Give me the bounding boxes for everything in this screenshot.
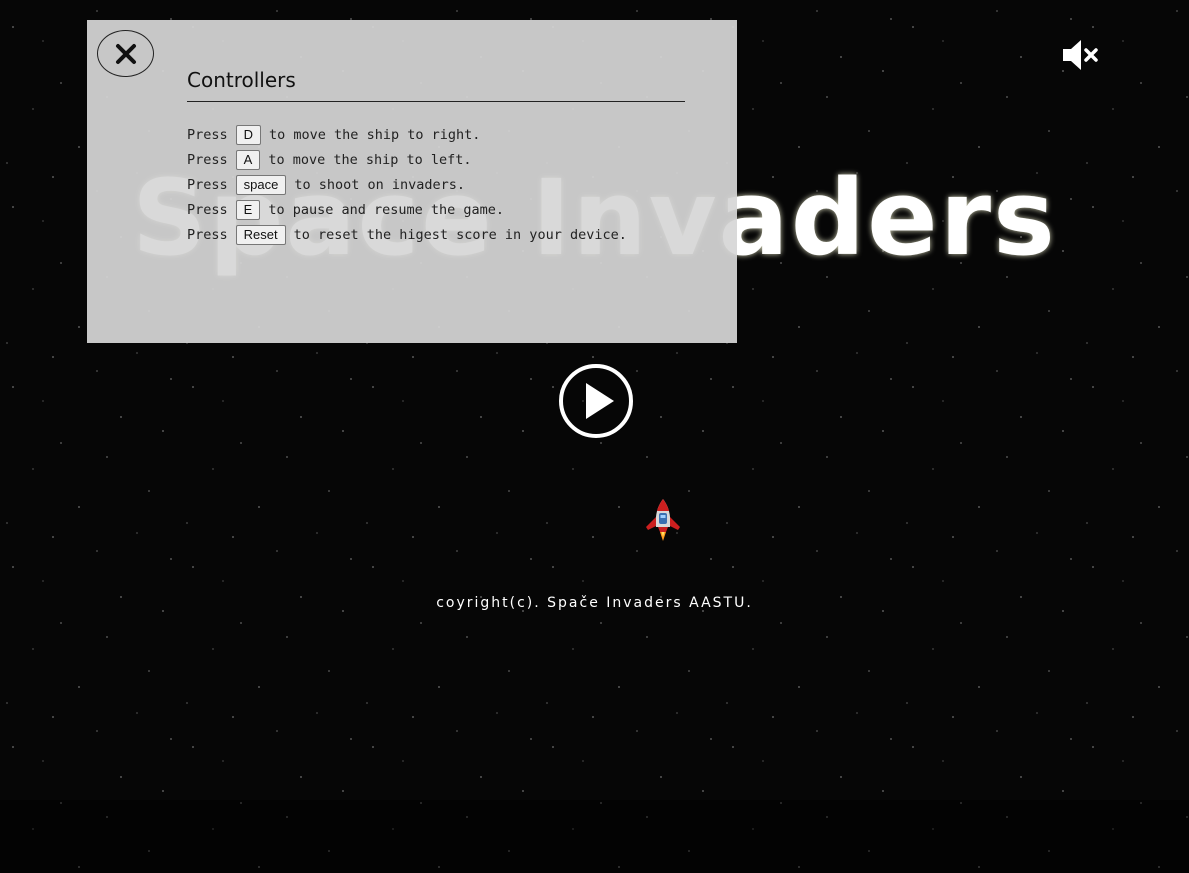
volume-mute-icon[interactable] [1060, 38, 1100, 72]
control-description: to move the ship to left. [268, 151, 472, 168]
play-button[interactable] [558, 363, 634, 439]
play-icon [559, 364, 633, 438]
press-label: Press [187, 226, 228, 243]
control-row-pause: Press E to pause and resume the game. [187, 197, 627, 222]
control-row-reset: Press Reset to reset the higest score in… [187, 222, 627, 247]
press-label: Press [187, 201, 228, 218]
control-description: to reset the higest score in your device… [293, 226, 627, 243]
control-row-right: Press D to move the ship to right. [187, 122, 627, 147]
press-label: Press [187, 126, 228, 143]
controllers-heading: Controllers [187, 68, 685, 102]
rocket-ship-icon [646, 499, 680, 541]
key-e[interactable]: E [235, 199, 261, 220]
key-space[interactable]: space [235, 174, 287, 195]
key-a[interactable]: A [235, 149, 261, 170]
bottom-band [0, 800, 1189, 873]
control-row-shoot: Press space to shoot on invaders. [187, 172, 627, 197]
close-button[interactable] [97, 30, 154, 77]
reset-button[interactable]: Reset [235, 224, 286, 245]
control-description: to shoot on invaders. [294, 176, 466, 193]
copyright-text: coyright(c). Spače Invaders AASTU. [436, 595, 753, 611]
controllers-modal: Controllers Press D to move the ship to … [87, 20, 737, 343]
player-ship [643, 497, 683, 545]
close-icon [115, 43, 136, 64]
control-description: to pause and resume the game. [268, 201, 505, 218]
control-description: to move the ship to right. [269, 126, 481, 143]
press-label: Press [187, 176, 228, 193]
control-row-left: Press A to move the ship to left. [187, 147, 627, 172]
controls-list: Press D to move the ship to right. Press… [187, 122, 627, 247]
press-label: Press [187, 151, 228, 168]
key-d[interactable]: D [235, 124, 262, 145]
